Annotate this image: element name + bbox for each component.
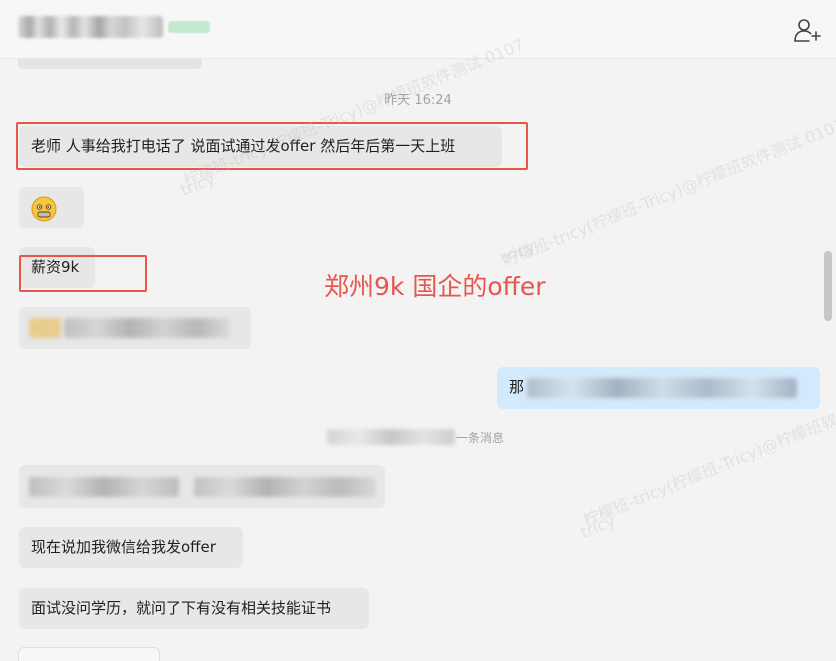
emoji-icon <box>31 196 57 226</box>
message-bubble[interactable]: 老师 人事给我打电话了 说面试通过发offer 然后年后第一天上班 <box>19 126 502 167</box>
previous-message-bubble <box>18 59 202 69</box>
system-text: 一条消息 <box>456 431 505 445</box>
blurred-content <box>64 318 230 338</box>
watermark: 柠檬班-tricy(柠檬班-Tricy)@柠檬班软件测试 0107 <box>500 115 836 270</box>
message-timestamp: 昨天 16:24 <box>384 93 452 108</box>
message-bubble[interactable]: 面试没问学历，就问了下有没有相关技能证书 <box>19 588 369 629</box>
message-bubble[interactable] <box>19 465 385 508</box>
image-message-partial[interactable] <box>18 647 160 661</box>
title-badge <box>168 21 210 33</box>
message-bubble[interactable]: 现在说加我微信给我发offer <box>19 527 243 568</box>
chat-header <box>0 0 836 59</box>
blurred-content <box>29 477 179 497</box>
message-bubble-self[interactable]: 那 <box>497 367 820 409</box>
watermark: tricy <box>177 169 218 200</box>
watermark: tricy <box>577 511 618 542</box>
blurred-content <box>527 378 797 398</box>
message-text: 薪资9k <box>31 258 80 276</box>
message-list[interactable]: 昨天 16:24 老师 人事给我打电话了 说面试通过发offer 然后年后第一天… <box>0 35 836 661</box>
chat-window: 昨天 16:24 老师 人事给我打电话了 说面试通过发offer 然后年后第一天… <box>0 0 836 661</box>
watermark: tricy <box>497 237 538 268</box>
message-bubble[interactable]: 薪资9k <box>19 247 95 288</box>
chat-title-blurred <box>18 16 163 38</box>
blurred-content <box>327 429 455 445</box>
message-text: 那 <box>509 378 525 396</box>
system-notice: 一条消息 <box>0 429 836 447</box>
annotation-text: 郑州9k 国企的offer <box>324 272 546 301</box>
message-bubble[interactable] <box>19 187 84 228</box>
blurred-content <box>194 477 376 497</box>
message-bubble[interactable] <box>19 307 251 349</box>
scrollbar[interactable] <box>824 251 832 321</box>
blurred-content <box>29 318 61 338</box>
message-text: 现在说加我微信给我发offer <box>31 538 216 556</box>
person-add-icon[interactable] <box>793 17 821 43</box>
message-text: 老师 人事给我打电话了 说面试通过发offer 然后年后第一天上班 <box>31 137 456 155</box>
message-text: 面试没问学历，就问了下有没有相关技能证书 <box>31 599 332 617</box>
